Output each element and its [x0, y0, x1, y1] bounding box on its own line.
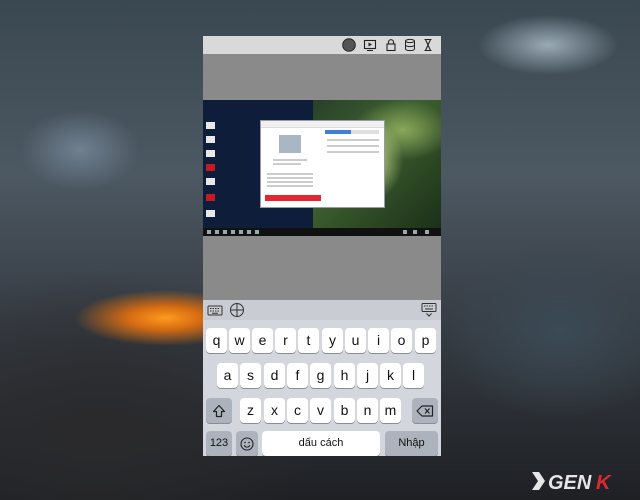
key-w[interactable]: w — [229, 328, 250, 353]
app-field-line — [327, 145, 379, 147]
app-field-line — [327, 151, 379, 153]
key-d[interactable]: d — [264, 363, 285, 388]
key-i[interactable]: i — [368, 328, 389, 353]
key-t[interactable]: t — [298, 328, 319, 353]
remote-desktop-view[interactable] — [203, 100, 441, 236]
backspace-icon — [416, 404, 434, 417]
key-j[interactable]: j — [357, 363, 378, 388]
crosshair-icon[interactable] — [229, 302, 245, 318]
remote-app-window — [260, 120, 385, 208]
hourglass-icon[interactable] — [421, 38, 435, 52]
shift-key[interactable] — [206, 398, 232, 423]
app-option-line — [267, 185, 313, 187]
keyboard-toolbar — [203, 300, 441, 320]
keyboard-hide-icon[interactable] — [421, 302, 437, 318]
key-y[interactable]: y — [322, 328, 343, 353]
key-f[interactable]: f — [287, 363, 308, 388]
taskbar-item — [255, 230, 259, 234]
key-n[interactable]: n — [357, 398, 378, 423]
numbers-key[interactable]: 123 — [206, 431, 232, 456]
key-x[interactable]: x — [264, 398, 285, 423]
emoji-key[interactable] — [236, 431, 258, 456]
desktop-icon — [206, 150, 215, 157]
lock-icon[interactable] — [384, 38, 398, 52]
emoji-icon — [240, 436, 254, 451]
taskbar-clock — [425, 230, 429, 234]
svg-text:K: K — [596, 472, 612, 494]
record-circle-icon[interactable] — [342, 38, 356, 52]
app-field-line — [327, 139, 379, 141]
key-g[interactable]: g — [310, 363, 331, 388]
device-avatar — [279, 135, 301, 153]
key-e[interactable]: e — [252, 328, 273, 353]
virtual-keyboard: q w e r t y u i o p a s d f g h j k l z … — [203, 300, 441, 456]
app-option-line — [267, 181, 313, 183]
taskbar-item — [231, 230, 235, 234]
remote-toolbar — [203, 36, 441, 54]
taskbar-tray — [403, 230, 407, 234]
app-option-line — [267, 173, 313, 175]
key-k[interactable]: k — [380, 363, 401, 388]
app-tab — [351, 130, 379, 134]
phone-remote-panel: q w e r t y u i o p a s d f g h j k l z … — [203, 36, 441, 456]
taskbar-item — [247, 230, 251, 234]
taskbar-item — [207, 230, 211, 234]
key-q[interactable]: q — [206, 328, 227, 353]
desktop-icon — [206, 194, 215, 201]
taskbar-tray — [413, 230, 417, 234]
key-p[interactable]: p — [415, 328, 436, 353]
app-text-line — [273, 159, 307, 161]
app-text-line — [273, 163, 301, 165]
shift-icon — [212, 404, 226, 417]
desktop-icon — [206, 122, 215, 129]
remote-taskbar — [203, 228, 441, 236]
key-v[interactable]: v — [310, 398, 331, 423]
key-b[interactable]: b — [334, 398, 355, 423]
key-o[interactable]: o — [391, 328, 412, 353]
database-icon[interactable] — [403, 38, 417, 52]
taskbar-item — [239, 230, 243, 234]
key-s[interactable]: s — [240, 363, 261, 388]
return-key[interactable]: Nhập — [385, 431, 438, 456]
key-r[interactable]: r — [275, 328, 296, 353]
key-a[interactable]: a — [217, 363, 238, 388]
genk-logo: GEN K — [532, 472, 612, 494]
svg-text:GEN: GEN — [548, 472, 592, 494]
key-h[interactable]: h — [334, 363, 355, 388]
key-u[interactable]: u — [345, 328, 366, 353]
remote-screen-padding-bottom — [203, 236, 441, 300]
app-option-line — [267, 177, 313, 179]
key-c[interactable]: c — [287, 398, 308, 423]
desktop-icon — [206, 164, 215, 171]
space-key[interactable]: dấu cách — [262, 431, 380, 456]
key-l[interactable]: l — [403, 363, 424, 388]
remote-screen-padding-top — [203, 54, 441, 100]
desktop-icon — [206, 178, 215, 185]
backspace-key[interactable] — [412, 398, 438, 423]
key-z[interactable]: z — [240, 398, 261, 423]
app-tab-active — [325, 130, 351, 134]
desktop-icon — [206, 210, 215, 217]
play-screen-icon[interactable] — [363, 38, 377, 52]
key-m[interactable]: m — [380, 398, 401, 423]
app-red-button — [265, 195, 321, 201]
taskbar-item — [215, 230, 219, 234]
app-window-titlebar — [261, 121, 384, 128]
desktop-icon — [206, 136, 215, 143]
keyboard-icon[interactable] — [207, 302, 223, 318]
taskbar-item — [223, 230, 227, 234]
